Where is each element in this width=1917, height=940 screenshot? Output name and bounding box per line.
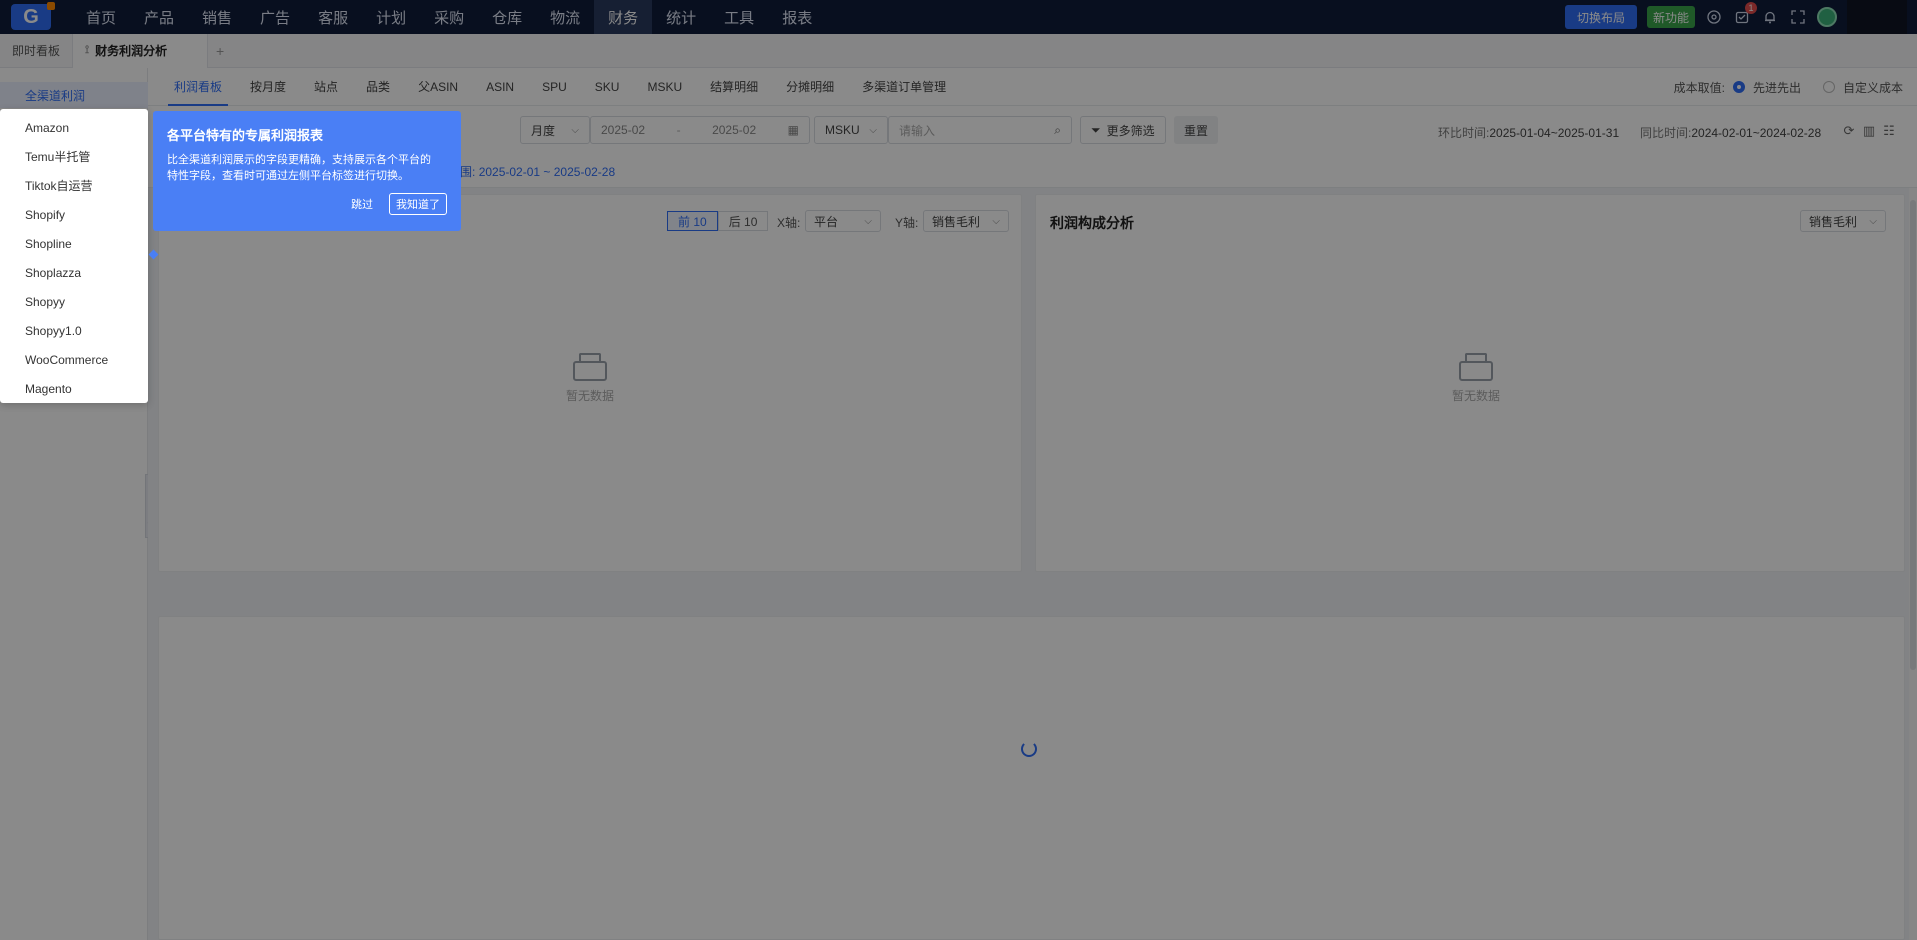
platform-option-shopify[interactable]: Shopify — [0, 200, 148, 229]
platform-option-woocommerce[interactable]: WooCommerce — [0, 345, 148, 374]
platform-option-magento[interactable]: Magento — [0, 374, 148, 403]
platform-option-shoplazza[interactable]: Shoplazza — [0, 258, 148, 287]
popover-text: 比全渠道利润展示的字段更精确，支持展示各个平台的特性字段，查看时可通过左侧平台标… — [167, 154, 431, 182]
platform-dropdown: Amazon Temu半托管 Tiktok自运营 Shopify Shoplin… — [0, 109, 148, 403]
platform-option-tiktok[interactable]: Tiktok自运营 — [0, 171, 148, 200]
popover-actions: 跳过 我知道了 — [351, 193, 447, 215]
platform-option-shopyy[interactable]: Shopyy — [0, 287, 148, 316]
platform-option-temu[interactable]: Temu半托管 — [0, 142, 148, 171]
platform-option-shopyy10[interactable]: Shopyy1.0 — [0, 316, 148, 345]
platform-option-amazon[interactable]: Amazon — [0, 113, 148, 142]
guide-popover: 各平台特有的专属利润报表 比全渠道利润展示的字段更精确，支持展示各个平台的特性字… — [153, 111, 461, 231]
platform-option-shopline[interactable]: Shopline — [0, 229, 148, 258]
got-it-button[interactable]: 我知道了 — [389, 193, 447, 215]
skip-button[interactable]: 跳过 — [351, 196, 373, 212]
popover-title: 各平台特有的专属利润报表 — [167, 128, 324, 143]
